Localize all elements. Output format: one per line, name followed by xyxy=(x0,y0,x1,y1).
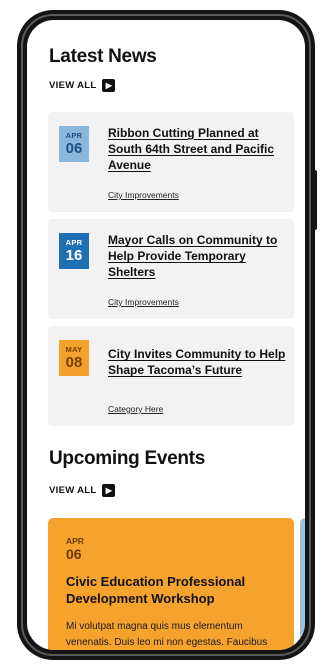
event-card[interactable]: APR 06 Civic Education Professional Deve… xyxy=(48,518,294,650)
event-month: APR xyxy=(66,536,84,546)
chevron-right-icon: ▶ xyxy=(102,484,116,497)
news-category-link[interactable]: City Improvements xyxy=(108,297,179,307)
news-headline-link[interactable]: City Invites Community to Help Shape Tac… xyxy=(108,346,288,378)
phone-screen: Latest News VIEW ALL ▶ APR 06 Ribbon Cut… xyxy=(27,20,305,650)
view-all-label: VIEW ALL xyxy=(49,485,97,496)
date-badge: APR 16 xyxy=(59,233,89,269)
news-headline-link[interactable]: Ribbon Cutting Planned at South 64th Str… xyxy=(108,125,288,173)
date-month: APR xyxy=(65,238,83,248)
events-view-all-link[interactable]: VIEW ALL ▶ xyxy=(49,484,116,497)
date-day: 16 xyxy=(65,246,83,264)
next-event-card-peek[interactable] xyxy=(300,518,305,650)
news-view-all-link[interactable]: VIEW ALL ▶ xyxy=(49,79,116,92)
news-headline-link[interactable]: Mayor Calls on Community to Help Provide… xyxy=(108,232,288,280)
news-card[interactable]: MAY 08 City Invites Community to Help Sh… xyxy=(48,326,294,426)
phone-frame: Latest News VIEW ALL ▶ APR 06 Ribbon Cut… xyxy=(17,10,315,660)
date-badge: APR 06 xyxy=(59,126,89,162)
date-day: 06 xyxy=(65,139,83,157)
event-title: Civic Education Professional Development… xyxy=(66,574,246,606)
news-card[interactable]: APR 06 Ribbon Cutting Planned at South 6… xyxy=(48,112,294,212)
view-all-label: VIEW ALL xyxy=(49,80,97,91)
latest-news-heading: Latest News xyxy=(49,46,157,67)
date-month: MAY xyxy=(65,345,83,355)
news-category-link[interactable]: City Improvements xyxy=(108,190,179,200)
event-day: 06 xyxy=(66,546,82,562)
news-card[interactable]: APR 16 Mayor Calls on Community to Help … xyxy=(48,219,294,319)
chevron-right-icon: ▶ xyxy=(102,79,116,92)
date-badge: MAY 08 xyxy=(59,340,89,376)
event-description: Mi volutpat magna quis mus elementum ven… xyxy=(66,621,268,648)
date-month: APR xyxy=(65,131,83,141)
date-day: 08 xyxy=(65,353,83,371)
phone-side-button xyxy=(313,170,317,230)
news-category-link[interactable]: Category Here xyxy=(108,404,163,414)
upcoming-events-heading: Upcoming Events xyxy=(49,448,205,469)
